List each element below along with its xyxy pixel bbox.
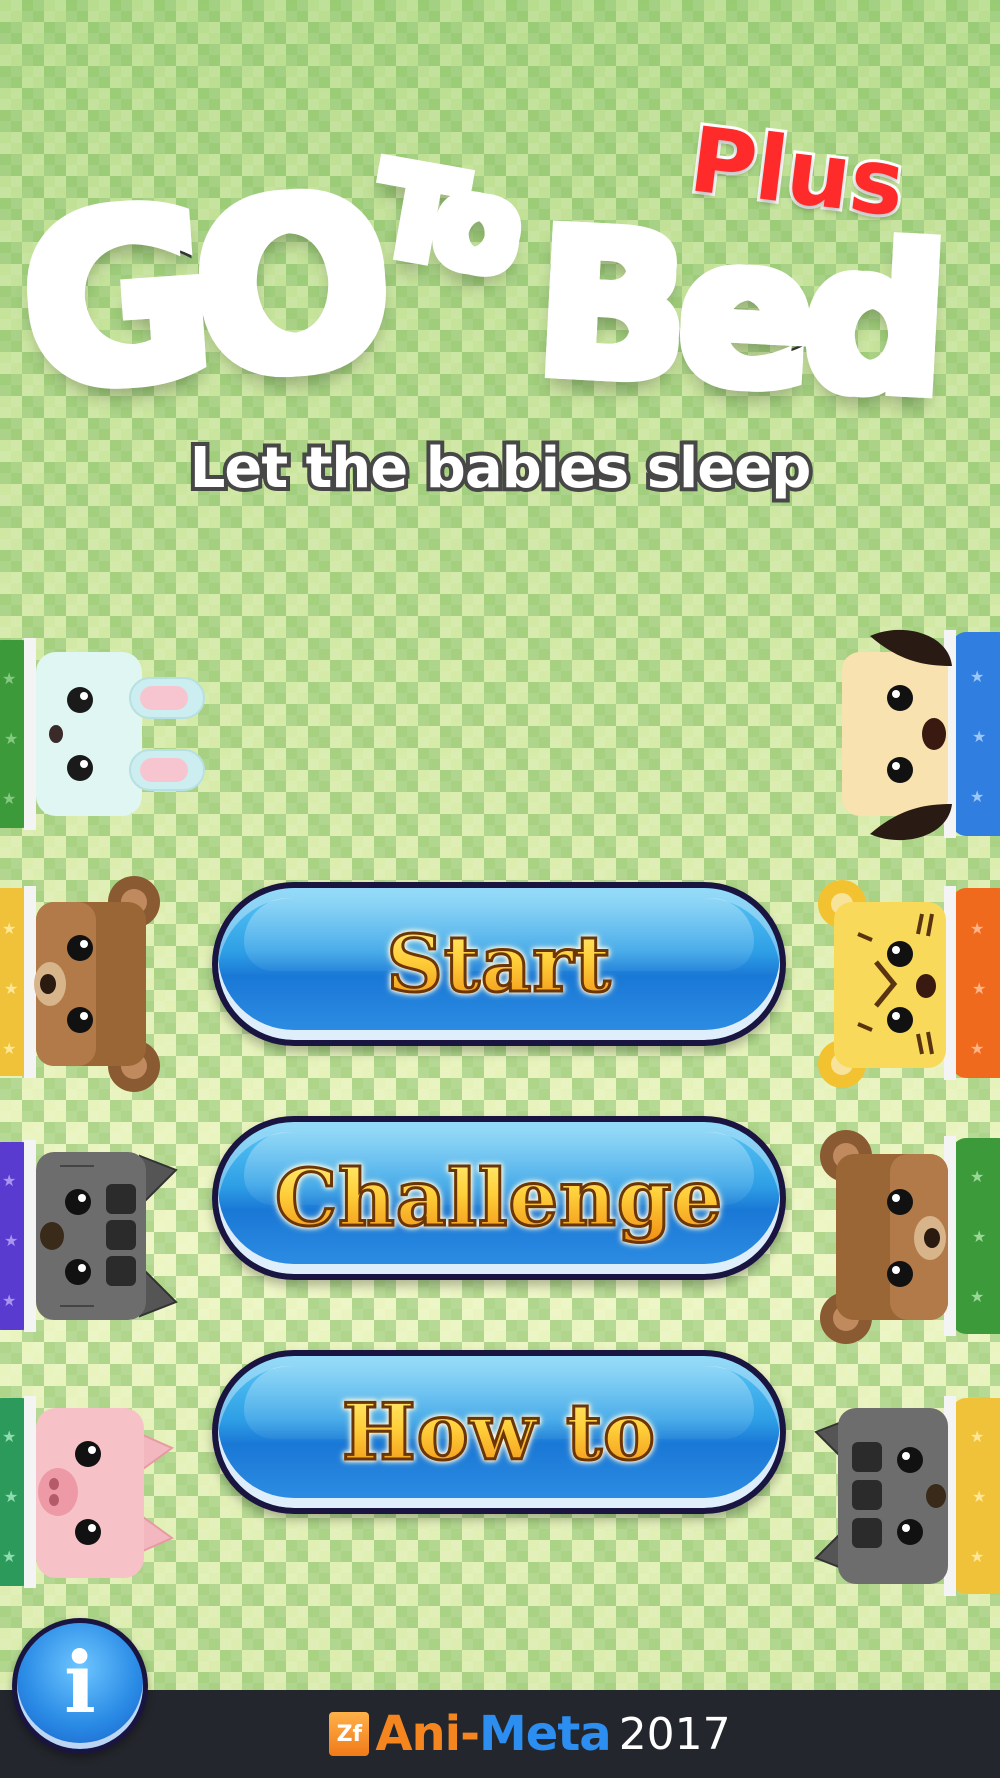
developer-credit: Zf Ani- Meta 2017 <box>329 1706 731 1762</box>
footer-bar: Zf Ani- Meta 2017 <box>0 1690 1000 1778</box>
info-icon: i <box>64 1633 96 1732</box>
cat-baby-icon: ★ ★ ★ <box>0 1126 190 1346</box>
logo-bed-text: Bed <box>525 182 948 446</box>
puppy-baby-icon: ★ ★ ★ <box>830 622 1000 852</box>
tagline: Let the babies sleep <box>186 432 816 505</box>
svg-text:★: ★ <box>4 1487 18 1506</box>
svg-text:★: ★ <box>2 1171 16 1190</box>
start-button-label: Start <box>385 917 612 1011</box>
brand-name-ani: Ani- <box>375 1706 480 1762</box>
svg-text:★: ★ <box>970 1547 984 1566</box>
svg-text:★: ★ <box>4 1231 18 1250</box>
svg-text:★: ★ <box>970 1039 984 1058</box>
svg-text:★: ★ <box>970 1427 984 1446</box>
svg-text:★: ★ <box>970 787 984 806</box>
svg-text:★: ★ <box>970 667 984 686</box>
svg-text:★: ★ <box>2 919 16 938</box>
brand-name-meta: Meta <box>479 1706 612 1762</box>
svg-text:★: ★ <box>972 1227 986 1246</box>
logo-go-text: GO <box>8 142 388 446</box>
bunny-baby-icon: ★ ★ ★ <box>0 634 220 834</box>
svg-text:★: ★ <box>970 1167 984 1186</box>
svg-text:★: ★ <box>970 1287 984 1306</box>
svg-text:★: ★ <box>2 1427 16 1446</box>
logo-plus-text: Plus <box>681 104 913 240</box>
svg-text:★: ★ <box>970 919 984 938</box>
bear-baby-icon: ★ ★ ★ <box>0 874 180 1094</box>
svg-text:★: ★ <box>2 789 16 808</box>
svg-text:★: ★ <box>972 979 986 998</box>
how-to-button[interactable]: How to <box>212 1350 786 1514</box>
challenge-button[interactable]: Challenge <box>212 1116 786 1280</box>
copyright-year: 2017 <box>618 1708 731 1760</box>
svg-text:★: ★ <box>4 979 18 998</box>
svg-text:★: ★ <box>2 1547 16 1566</box>
svg-text:★: ★ <box>4 729 18 748</box>
pig-baby-icon: ★ ★ ★ <box>0 1392 190 1592</box>
title-screen: GO To Bed Plus Let the babies sleep ★ ★ ★ … <box>0 0 1000 1778</box>
how-to-button-label: How to <box>340 1385 657 1479</box>
challenge-button-label: Challenge <box>273 1151 724 1245</box>
svg-text:★: ★ <box>2 1039 16 1058</box>
svg-text:★: ★ <box>972 1487 986 1506</box>
tiger-baby-icon: ★ ★ ★ <box>814 874 1000 1094</box>
logo-to-text: To <box>360 132 530 308</box>
info-button[interactable]: i <box>12 1618 148 1754</box>
brand-logo-icon: Zf <box>329 1712 370 1756</box>
svg-text:★: ★ <box>972 727 986 746</box>
bear-baby-right-icon: ★ ★ ★ <box>820 1122 1000 1352</box>
svg-text:★: ★ <box>2 1291 16 1310</box>
start-button[interactable]: Start <box>212 882 786 1046</box>
cat-baby-right-icon: ★ ★ ★ <box>812 1392 1000 1602</box>
svg-text:★: ★ <box>2 669 16 688</box>
